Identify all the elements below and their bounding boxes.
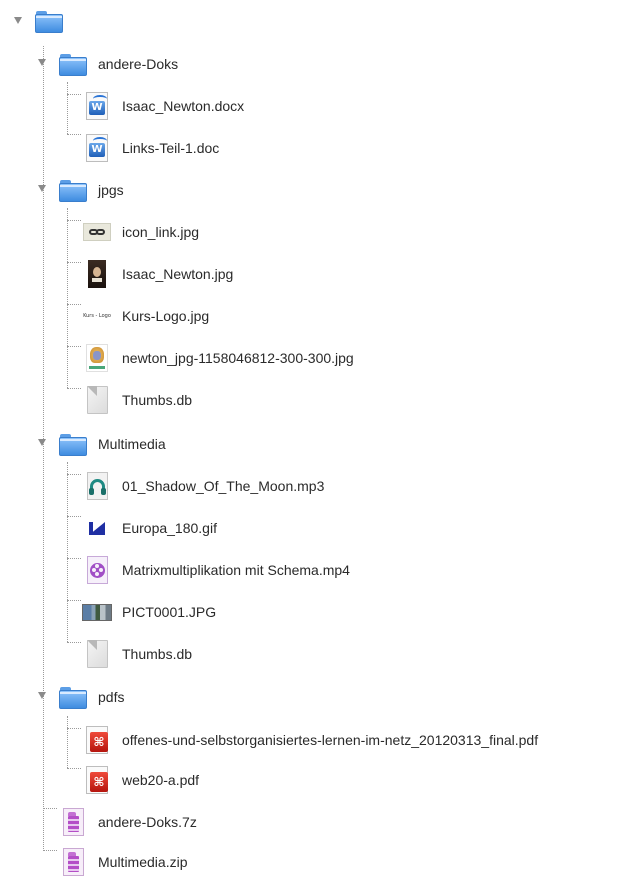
tree-guide-line xyxy=(67,304,81,305)
newton-thumbnail-icon xyxy=(82,343,112,373)
tree-row-file[interactable]: Multimedia.zip xyxy=(58,847,187,877)
disclosure-triangle-icon[interactable] xyxy=(38,59,46,66)
tree-row-file[interactable]: Matrixmultiplikation mit Schema.mp4 xyxy=(82,555,350,585)
tree-row-folder-andere-doks[interactable]: andere-Doks xyxy=(58,49,178,79)
archive-file-icon xyxy=(58,847,88,877)
tree-guide-line xyxy=(67,642,81,643)
folder-label: jpgs xyxy=(98,182,124,198)
tree-guide-line xyxy=(67,768,81,769)
tree-row-root-folder[interactable] xyxy=(34,6,74,36)
file-label: PICT0001.JPG xyxy=(122,604,217,620)
tree-row-file[interactable]: PICT0001.JPG xyxy=(82,597,216,627)
file-label: offenes-und-selbstorganisiertes-lernen-i… xyxy=(122,732,539,748)
tree-guide-line xyxy=(67,94,81,95)
tree-guide-line xyxy=(67,82,68,134)
tree-row-folder-jpgs[interactable]: jpgs xyxy=(58,175,124,205)
tree-row-folder-multimedia[interactable]: Multimedia xyxy=(58,429,166,459)
audio-file-icon xyxy=(82,471,112,501)
file-label: Isaac_Newton.jpg xyxy=(122,266,234,282)
logo-thumbnail-icon: Kurs - Logo xyxy=(83,313,111,319)
folder-icon xyxy=(58,49,88,79)
disclosure-triangle-icon[interactable] xyxy=(38,439,46,446)
file-label: Isaac_Newton.docx xyxy=(122,98,245,114)
tree-row-file[interactable]: ⌘ offenes-und-selbstorganisiertes-lernen… xyxy=(82,725,538,755)
archive-file-icon xyxy=(58,807,88,837)
folder-icon xyxy=(58,682,88,712)
tree-guide-line xyxy=(67,220,81,221)
file-label: Thumbs.db xyxy=(122,392,193,408)
tree-guide-line xyxy=(67,728,81,729)
portrait-thumbnail-icon xyxy=(82,259,112,289)
tree-guide-line xyxy=(67,600,81,601)
file-label: Multimedia.zip xyxy=(98,854,188,870)
tree-row-file[interactable]: andere-Doks.7z xyxy=(58,807,197,837)
folder-icon xyxy=(58,175,88,205)
tree-guide-line xyxy=(67,462,68,642)
tree-guide-line xyxy=(67,262,81,263)
file-label: Thumbs.db xyxy=(122,646,193,662)
file-label: 01_Shadow_Of_The_Moon.mp3 xyxy=(122,478,325,494)
gif-thumbnail-icon xyxy=(82,513,112,543)
tree-guide-line xyxy=(67,474,81,475)
file-label: andere-Doks.7z xyxy=(98,814,197,830)
folder-label: andere-Doks xyxy=(98,56,179,72)
tree-guide-line xyxy=(67,208,68,388)
tree-row-file[interactable]: newton_jpg-1158046812-300-300.jpg xyxy=(82,343,354,373)
tree-guide-line xyxy=(43,808,57,809)
generic-file-icon xyxy=(82,385,112,415)
generic-file-icon xyxy=(82,639,112,669)
file-label: Matrixmultiplikation mit Schema.mp4 xyxy=(122,562,350,578)
link-image-thumbnail-icon xyxy=(82,217,112,247)
tree-guide-line xyxy=(67,388,81,389)
folder-label: pdfs xyxy=(98,689,125,705)
file-label: web20-a.pdf xyxy=(122,772,200,788)
tree-row-file[interactable]: icon_link.jpg xyxy=(82,217,199,247)
tree-row-file[interactable]: Thumbs.db xyxy=(82,385,192,415)
tree-row-file[interactable]: Isaac_Newton.jpg xyxy=(82,259,233,289)
tree-row-file[interactable]: ⌘ web20-a.pdf xyxy=(82,765,199,795)
file-label: Kurs-Logo.jpg xyxy=(122,308,210,324)
tree-guide-line xyxy=(67,516,81,517)
tree-row-file[interactable]: Europa_180.gif xyxy=(82,513,217,543)
file-label: Europa_180.gif xyxy=(122,520,217,536)
file-tree: andere-Doks W Isaac_Newton.docx W Links-… xyxy=(0,0,635,876)
word-document-icon: W xyxy=(82,133,112,163)
tree-row-file[interactable]: W Isaac_Newton.docx xyxy=(82,91,244,121)
folder-icon xyxy=(58,429,88,459)
pdf-file-icon: ⌘ xyxy=(82,765,112,795)
tree-guide-line xyxy=(67,346,81,347)
tree-row-file[interactable]: 01_Shadow_Of_The_Moon.mp3 xyxy=(82,471,324,501)
video-file-icon xyxy=(82,555,112,585)
file-label: Links-Teil-1.doc xyxy=(122,140,220,156)
file-label: newton_jpg-1158046812-300-300.jpg xyxy=(122,350,354,366)
tree-row-file[interactable]: Thumbs.db xyxy=(82,639,192,669)
tree-row-file[interactable]: W Links-Teil-1.doc xyxy=(82,133,219,163)
folder-icon xyxy=(34,6,64,36)
tree-row-file[interactable]: Kurs - Logo Kurs-Logo.jpg xyxy=(82,301,209,331)
disclosure-triangle-icon[interactable] xyxy=(14,17,22,24)
tree-guide-line xyxy=(67,134,81,135)
tree-guide-line xyxy=(43,850,57,851)
disclosure-triangle-icon[interactable] xyxy=(38,692,46,699)
folder-label: Multimedia xyxy=(98,436,166,452)
tree-guide-line xyxy=(43,46,44,851)
file-label: icon_link.jpg xyxy=(122,224,200,240)
tree-guide-line xyxy=(67,716,68,768)
pdf-file-icon: ⌘ xyxy=(82,725,112,755)
disclosure-triangle-icon[interactable] xyxy=(38,185,46,192)
tree-row-folder-pdfs[interactable]: pdfs xyxy=(58,682,124,712)
word-document-icon: W xyxy=(82,91,112,121)
tree-guide-line xyxy=(67,558,81,559)
photo-thumbnail-icon xyxy=(82,597,112,627)
